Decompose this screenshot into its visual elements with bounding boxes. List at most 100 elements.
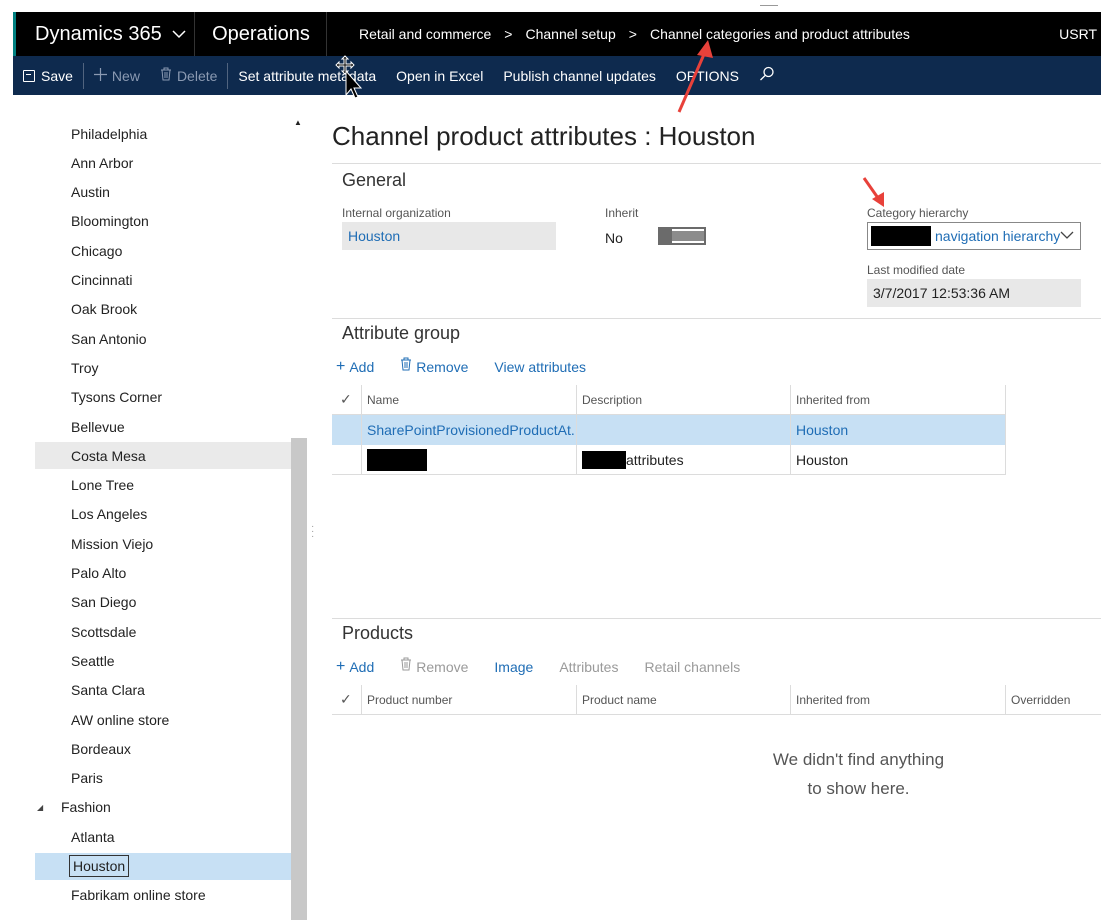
new-button[interactable]: New bbox=[84, 56, 150, 95]
search-button[interactable] bbox=[749, 56, 785, 95]
products-grid: ✓ Product number Product name Inherited … bbox=[332, 685, 1101, 715]
app-switcher[interactable]: Dynamics 365 bbox=[13, 12, 195, 56]
breadcrumb-item[interactable]: Channel categories and product attribute… bbox=[650, 26, 910, 42]
top-nav-bar: Dynamics 365 Operations Retail and comme… bbox=[13, 12, 1101, 56]
inherit-toggle[interactable] bbox=[658, 227, 706, 245]
add-attribute-group-button[interactable]: + Add bbox=[336, 358, 374, 376]
save-button[interactable]: Save bbox=[13, 56, 83, 95]
tree-item-aw-online-store[interactable]: AW online store bbox=[35, 706, 291, 733]
tree-scrollbar-thumb[interactable] bbox=[291, 438, 307, 920]
channel-tree-pane: Philadelphia Ann Arbor Austin Bloomington Ch… bbox=[13, 95, 307, 920]
module-name[interactable]: Operations bbox=[196, 12, 327, 56]
tree-item-label: Chicago bbox=[71, 242, 123, 259]
user-name[interactable]: USRT bbox=[1059, 12, 1097, 56]
tree-item-costa-mesa[interactable]: Costa Mesa bbox=[35, 442, 291, 470]
tree-item-chicago[interactable]: Chicago bbox=[35, 237, 291, 264]
column-header-overridden[interactable]: Overridden bbox=[1011, 693, 1070, 707]
tree-item-los-angeles[interactable]: Los Angeles bbox=[35, 501, 291, 528]
tree-item-mission-viejo[interactable]: Mission Viejo bbox=[35, 530, 291, 557]
attributes-button[interactable]: Attributes bbox=[559, 659, 618, 675]
table-row[interactable]: SharePointProvisionedProductAt... Housto… bbox=[332, 415, 1006, 445]
scroll-up-icon[interactable]: ▲ bbox=[294, 118, 302, 127]
page-title: Channel product attributes : Houston bbox=[332, 121, 756, 151]
attribute-group-toolbar: + Add Remove View attributes bbox=[336, 357, 612, 376]
app-name: Dynamics 365 bbox=[35, 22, 162, 45]
remove-label: Remove bbox=[416, 658, 469, 675]
tree-item-label: Tysons Corner bbox=[71, 389, 163, 406]
tree-item-san-antonio[interactable]: San Antonio bbox=[35, 325, 291, 352]
products-section: Products + Add Remove Image Attributes R… bbox=[332, 618, 1101, 920]
column-header-inherited-from[interactable]: Inherited from bbox=[796, 693, 870, 707]
tree-item-label: San Antonio bbox=[71, 330, 147, 347]
cell-description: attributes bbox=[576, 445, 790, 475]
cell-name[interactable]: SharePointProvisionedProductAt... bbox=[361, 415, 575, 445]
category-hierarchy-combobox[interactable]: navigation hierarchy bbox=[867, 222, 1081, 250]
tree-item-fabrikam-call-center[interactable]: Fabrikam call center bbox=[35, 911, 291, 920]
column-header-product-number[interactable]: Product number bbox=[367, 693, 452, 707]
add-product-button[interactable]: + Add bbox=[336, 658, 374, 676]
tree-item-ann-arbor[interactable]: Ann Arbor bbox=[35, 149, 291, 176]
chevron-down-icon bbox=[1060, 227, 1074, 243]
open-in-excel-button[interactable]: Open in Excel bbox=[386, 56, 493, 95]
tree-item-seattle[interactable]: Seattle bbox=[35, 647, 291, 674]
remove-attribute-group-button[interactable]: Remove bbox=[400, 357, 468, 376]
tree-item-bloomington[interactable]: Bloomington bbox=[35, 208, 291, 235]
tree-item-cincinnati[interactable]: Cincinnati bbox=[35, 267, 291, 294]
tree-group-fashion[interactable]: ◢ Fashion bbox=[35, 794, 291, 821]
empty-message-line2: to show here. bbox=[807, 779, 910, 798]
tree-item-label: Mission Viejo bbox=[71, 535, 154, 552]
view-attributes-button[interactable]: View attributes bbox=[494, 359, 586, 375]
tree-item-troy[interactable]: Troy bbox=[35, 354, 291, 381]
tree-item-lone-tree[interactable]: Lone Tree bbox=[35, 472, 291, 499]
image-button[interactable]: Image bbox=[494, 659, 533, 675]
select-all-checkmark-icon[interactable]: ✓ bbox=[340, 691, 352, 708]
remove-product-button[interactable]: Remove bbox=[400, 657, 468, 676]
tree-item-san-diego[interactable]: San Diego bbox=[35, 589, 291, 616]
general-section-title[interactable]: General bbox=[342, 170, 406, 191]
inherit-label: Inherit bbox=[605, 206, 639, 220]
products-title[interactable]: Products bbox=[342, 623, 413, 644]
column-header-product-name[interactable]: Product name bbox=[582, 693, 657, 707]
tree-item-fabrikam-online-store[interactable]: Fabrikam online store bbox=[35, 882, 291, 909]
tree-item-santa-clara[interactable]: Santa Clara bbox=[35, 677, 291, 704]
column-divider bbox=[576, 685, 577, 715]
tree-item-paris[interactable]: Paris bbox=[35, 765, 291, 792]
tree-item-label: Los Angeles bbox=[71, 506, 148, 523]
grid-header: ✓ Name Description Inherited from bbox=[332, 385, 1006, 415]
column-header-inherited-from[interactable]: Inherited from bbox=[796, 393, 870, 407]
tree-item-palo-alto[interactable]: Palo Alto bbox=[35, 560, 291, 587]
cell-name[interactable] bbox=[361, 445, 575, 475]
action-pane: Save New Delete Set attribute metadata O… bbox=[13, 56, 1101, 95]
delete-button[interactable]: Delete bbox=[150, 56, 227, 95]
column-header-name[interactable]: Name bbox=[367, 393, 399, 407]
tree-item-label: Philadelphia bbox=[71, 125, 148, 142]
tree-item-bordeaux[interactable]: Bordeaux bbox=[35, 735, 291, 762]
internal-organization-field[interactable]: Houston bbox=[342, 222, 556, 250]
cell-inherited-from[interactable]: Houston bbox=[790, 415, 1004, 445]
tree-item-houston[interactable]: Houston bbox=[35, 852, 291, 880]
expand-triangle-icon[interactable]: ◢ bbox=[37, 803, 43, 812]
tree-item-austin[interactable]: Austin bbox=[35, 179, 291, 206]
tree-item-oak-brook[interactable]: Oak Brook bbox=[35, 296, 291, 323]
breadcrumb-item[interactable]: Channel setup bbox=[525, 26, 615, 42]
breadcrumb-item[interactable]: Retail and commerce bbox=[359, 26, 491, 42]
table-row[interactable]: attributes Houston bbox=[332, 445, 1006, 475]
select-all-checkmark-icon[interactable]: ✓ bbox=[340, 391, 352, 408]
redacted-block bbox=[871, 226, 931, 246]
plus-icon: + bbox=[336, 657, 346, 675]
tree-item-bellevue[interactable]: Bellevue bbox=[35, 413, 291, 440]
tree-item-atlanta[interactable]: Atlanta bbox=[35, 823, 291, 850]
pane-splitter[interactable]: · · · bbox=[311, 522, 314, 542]
tree-item-label: Fashion bbox=[61, 799, 111, 816]
tree-item-label: Ann Arbor bbox=[71, 154, 134, 171]
tree-item-philadelphia[interactable]: Philadelphia bbox=[35, 120, 291, 147]
retail-channels-button[interactable]: Retail channels bbox=[644, 659, 740, 675]
column-header-description[interactable]: Description bbox=[582, 393, 642, 407]
cell-inherited-from: Houston bbox=[796, 452, 849, 468]
tree-item-tysons-corner[interactable]: Tysons Corner bbox=[35, 384, 291, 411]
tree-item-scottsdale[interactable]: Scottsdale bbox=[35, 618, 291, 645]
options-button[interactable]: OPTIONS bbox=[666, 56, 749, 95]
publish-channel-updates-button[interactable]: Publish channel updates bbox=[493, 56, 666, 95]
column-divider bbox=[790, 385, 791, 475]
attribute-group-title[interactable]: Attribute group bbox=[342, 323, 460, 344]
